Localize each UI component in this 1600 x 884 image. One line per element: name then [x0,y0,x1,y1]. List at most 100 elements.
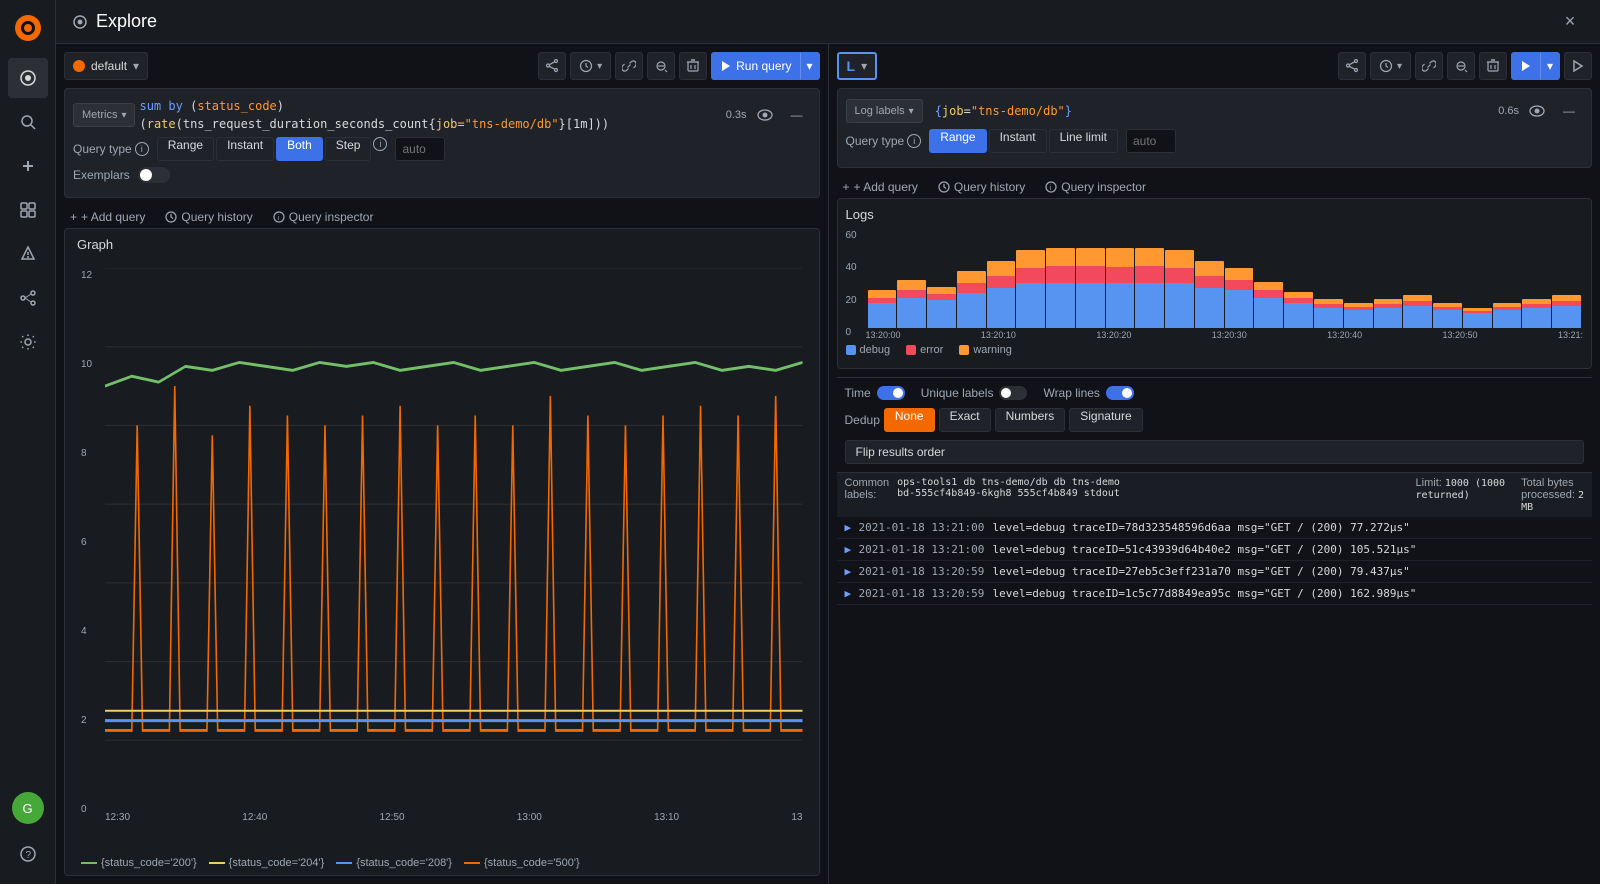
debug-bar [1463,313,1492,328]
bytes-info: Total bytesprocessed: 2MB [1521,477,1584,513]
run-query-button[interactable]: Run query [711,52,799,80]
debug-bar [1314,308,1343,328]
sidebar-item-settings[interactable] [8,322,48,362]
flip-results-button[interactable]: Flip results order [845,440,1585,464]
query-type-both[interactable]: Both [276,137,323,161]
right-query-inspector-button[interactable]: i Query inspector [1039,176,1152,198]
log-entry-2[interactable]: ▶ 2021-01-18 13:21:00 level=debug traceI… [837,539,1593,561]
sidebar: G ? [0,0,56,884]
right-query-visibility[interactable] [1523,97,1551,125]
right-run-query-button[interactable] [1511,52,1540,80]
debug-bar [897,298,926,328]
right-query-type-info[interactable]: i [907,134,921,148]
close-button[interactable]: × [1556,8,1584,36]
stacked-bar [1165,248,1194,328]
right-query-collapse[interactable]: — [1555,97,1583,125]
sidebar-item-dashboards[interactable] [8,190,48,230]
log-entry-1[interactable]: ▶ 2021-01-18 13:21:00 level=debug traceI… [837,517,1593,539]
dedup-numbers[interactable]: Numbers [995,408,1066,432]
dedup-signature[interactable]: Signature [1069,408,1142,432]
delete-query-button[interactable] [679,52,707,80]
right-panel: L ▾ ▾ [829,44,1600,884]
unique-labels-toggle[interactable] [999,386,1027,400]
dedup-exact[interactable]: Exact [939,408,991,432]
wrap-lines-control: Wrap lines [1043,386,1133,400]
stacked-bar [1225,248,1254,328]
y-axis: 121086420 [81,268,105,819]
right-query-history-button[interactable]: Query history [932,176,1031,198]
log-entry-4[interactable]: ▶ 2021-01-18 13:20:59 level=debug traceI… [837,583,1593,605]
dedup-row: Dedup None Exact Numbers Signature [837,408,1593,440]
log-text-1: level=debug traceID=78d323548596d6aa msg… [993,521,1410,534]
bar-group [1046,248,1075,328]
step-info[interactable]: i [373,137,387,151]
debug-bar [1165,283,1194,328]
zoom-out-button[interactable] [647,52,675,80]
legend-208-label: {status_code='208'} [356,857,452,869]
sidebar-item-explore[interactable] [8,58,48,98]
right-run-query-chevron[interactable]: ▾ [1540,52,1560,80]
stacked-bar [1522,248,1551,328]
bar-group [1016,248,1045,328]
exemplars-toggle[interactable] [138,167,170,183]
user-avatar[interactable]: G [12,792,44,824]
sidebar-item-add[interactable] [8,146,48,186]
right-query-type-range[interactable]: Range [929,129,986,153]
add-query-button[interactable]: + + Add query [64,206,151,228]
bar-group [897,248,926,328]
history-button[interactable]: ▾ [570,52,611,80]
sidebar-item-search[interactable] [8,102,48,142]
common-labels-label: Commonlabels: [845,477,890,513]
sidebar-item-alerting[interactable] [8,234,48,274]
app-logo[interactable] [8,8,48,48]
stacked-bar [868,248,897,328]
right-query-options: Query type i Range Instant Line limit [846,129,1584,153]
stacked-bar [1344,248,1373,328]
right-copy-link-button[interactable] [1415,52,1443,80]
query-type-range[interactable]: Range [157,137,214,161]
debug-dot [846,345,856,355]
dedup-none-active[interactable]: None [884,408,935,432]
query-type-info[interactable]: i [135,142,149,156]
left-datasource-selector[interactable]: default ▾ [64,52,148,80]
warning-bar [1046,248,1075,266]
logs-chart: Logs 6040200 [837,198,1593,369]
log-labels-selector[interactable]: Log labels ▾ [846,99,923,123]
right-query-type-line-limit[interactable]: Line limit [1049,129,1118,153]
graph-panel: Graph 121086420 [64,228,820,876]
log-entry-3[interactable]: ▶ 2021-01-18 13:20:59 level=debug traceI… [837,561,1593,583]
right-delete-button[interactable] [1479,52,1507,80]
step-input[interactable] [395,137,445,161]
right-zoom-out-button[interactable] [1447,52,1475,80]
query-type-instant[interactable]: Instant [216,137,274,161]
debug-bar [1403,306,1432,328]
wrap-lines-toggle[interactable] [1106,386,1134,400]
query-history-button[interactable]: Query history [159,206,258,228]
run-query-chevron[interactable]: ▾ [800,52,820,80]
right-query-type-instant[interactable]: Instant [989,129,1047,153]
graph-content: 121086420 [65,260,819,851]
debug-bar [1284,303,1313,328]
sidebar-item-connections[interactable] [8,278,48,318]
sidebar-item-help[interactable]: ? [8,834,48,874]
right-share-button[interactable] [1338,52,1366,80]
query-inspector-button[interactable]: i Query inspector [267,206,380,228]
query-type-step[interactable]: Step [325,137,372,161]
line-limit-input[interactable] [1126,129,1176,153]
query-visibility-toggle[interactable] [751,101,779,129]
share-button[interactable] [538,52,566,80]
copy-link-button[interactable] [615,52,643,80]
right-run-icon-button[interactable] [1564,52,1592,80]
right-history-button[interactable]: ▾ [1370,52,1411,80]
bar-group [1374,248,1403,328]
query-text-field[interactable]: sum by (status_code) (rate(tns_request_d… [139,97,721,133]
debug-bar [1254,298,1283,328]
right-datasource-selector[interactable]: L ▾ [837,52,878,80]
query-collapse-button[interactable]: — [783,101,811,129]
legend-200-label: {status_code='200'} [101,857,197,869]
right-add-query-button[interactable]: + + Add query [837,176,924,198]
time-toggle[interactable] [877,386,905,400]
metrics-selector[interactable]: Metrics ▾ [73,103,135,127]
loki-query-field[interactable]: {job="tns-demo/db"} [927,102,1495,120]
legend-200: {status_code='200'} [81,857,197,869]
